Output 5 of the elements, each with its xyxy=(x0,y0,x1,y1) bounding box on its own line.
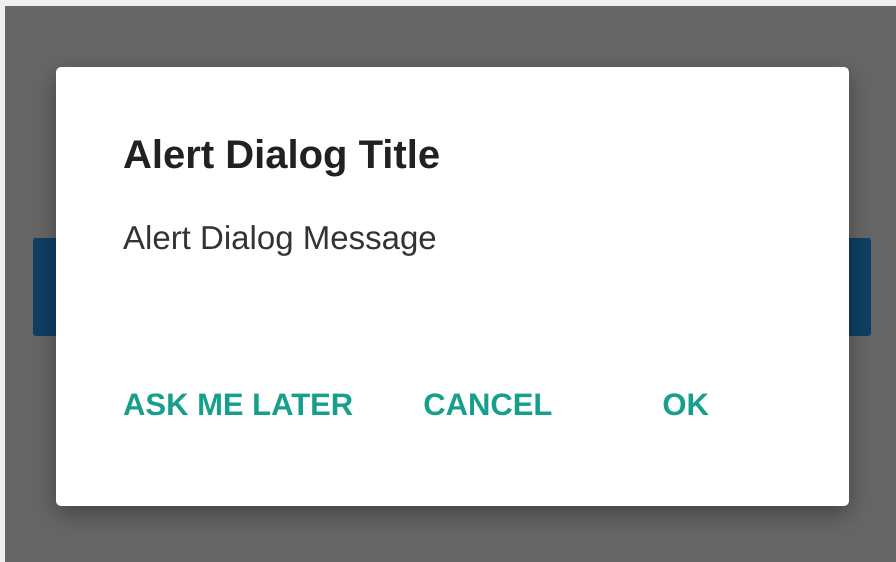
dialog-button[interactable]: OK xyxy=(646,379,725,431)
dialog-title: Alert Dialog Title xyxy=(123,132,442,179)
dialog-button[interactable]: CANCEL xyxy=(407,379,568,431)
dialog-button[interactable]: ASK ME LATER xyxy=(107,379,370,431)
dialog-message: Alert Dialog Message xyxy=(123,218,438,258)
